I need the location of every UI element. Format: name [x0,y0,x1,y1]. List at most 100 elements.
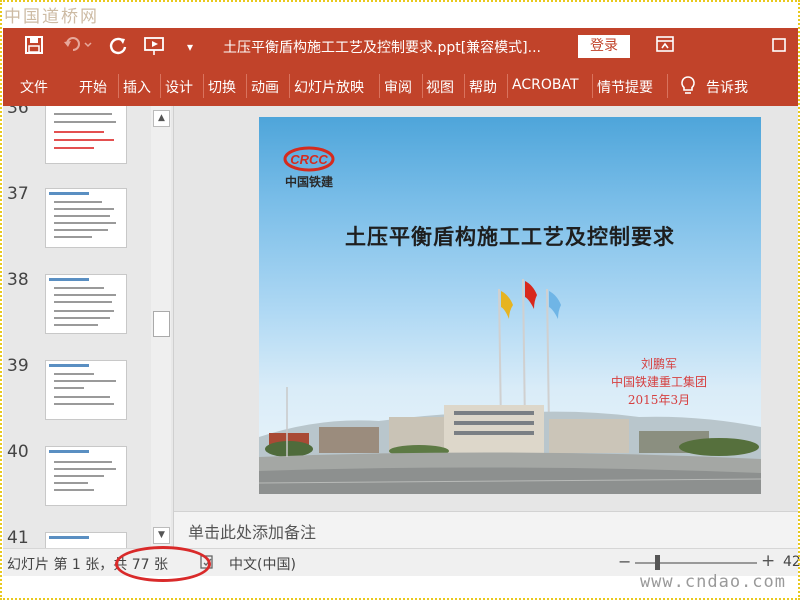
slide-thumbnail-38[interactable] [45,274,127,334]
thumb-header [49,364,89,367]
thumb-line [54,294,116,296]
save-icon[interactable] [23,36,45,58]
zoom-slider-knob[interactable] [655,555,660,570]
scroll-up-button[interactable]: ▲ [153,110,170,127]
crcc-logo-icon: CRCC [283,146,335,172]
lightbulb-icon[interactable] [679,75,697,97]
tab-help[interactable]: 帮助 [469,77,497,97]
present-icon[interactable] [143,36,169,58]
tab-separator [667,74,668,98]
tab-animations[interactable]: 动画 [251,77,279,97]
slide-thumbnail-40[interactable] [45,446,127,506]
ribbon-display-icon[interactable] [653,36,677,58]
tab-file[interactable]: 文件 [20,77,48,97]
slide-thumbnail-39[interactable] [45,360,127,420]
watermark-bottom: www.cndao.com [639,572,786,592]
thumb-line [54,301,112,303]
thumb-line [54,113,112,115]
slide-thumbnail-36[interactable] [45,106,127,164]
tab-storyboard[interactable]: 情节提要 [597,77,653,97]
tab-separator [422,74,423,98]
watermark-top: 中国道桥网 [4,7,99,27]
thumb-line [54,310,114,312]
tab-insert[interactable]: 插入 [123,77,151,97]
annotation-ellipse [115,546,211,582]
thumb-line [54,403,114,405]
login-button[interactable]: 登录 [578,35,630,58]
thumb-line [54,396,110,398]
slide-number: 38 [7,270,29,290]
slide-number: 41 [7,528,29,548]
svg-text:CRCC: CRCC [290,152,328,167]
redo-icon[interactable] [107,36,129,58]
thumb-line [54,201,102,203]
thumb-line [54,387,84,389]
tab-slideshow[interactable]: 幻灯片放映 [294,77,364,97]
slide-thumbnail-37[interactable] [45,188,127,248]
thumb-line [54,468,116,470]
customize-icon[interactable]: ▾ [179,36,201,58]
undo-icon[interactable] [61,36,95,58]
slide-number: 37 [7,184,29,204]
thumb-line [54,131,104,133]
notes-placeholder[interactable]: 单击此处添加备注 [188,519,316,543]
document-title: 土压平衡盾构施工工艺及控制要求.ppt[兼容模式]... [223,40,541,56]
building-photo [259,387,761,494]
tab-separator [246,74,247,98]
tab-separator [160,74,161,98]
zoom-out-button[interactable]: − [618,552,631,571]
slide-thumbnail-41[interactable] [45,532,127,548]
tab-separator [118,74,119,98]
scroll-down-button[interactable]: ▼ [153,527,170,544]
thumb-line [54,380,116,382]
logo-caption: 中国铁建 [285,175,334,189]
tell-me-search[interactable]: 告诉我 [706,77,748,97]
thumb-header [49,192,89,195]
tab-separator [592,74,593,98]
thumb-line [54,208,114,210]
thumb-line [54,482,88,484]
thumb-line [54,324,98,326]
thumb-line [54,287,104,289]
thumb-line [54,489,94,491]
ribbon-tabs: 文件 开始 插入 设计 切换 动画 幻灯片放映 审阅 视图 帮助 ACROBAT… [3,66,798,106]
thumb-line [54,317,110,319]
slide-number: 40 [7,442,29,462]
maximize-icon[interactable] [767,36,791,58]
slide-author[interactable]: 刘鹏军 [589,355,729,372]
slide-number: 36 [7,106,29,118]
thumb-line [54,121,116,123]
slide-thumbnail-pane[interactable]: 36 37 38 39 40 41 ▲ ▼ [3,106,173,548]
tab-transitions[interactable]: 切换 [208,77,236,97]
thumb-line [54,222,116,224]
tab-view[interactable]: 视图 [426,77,454,97]
thumb-line [54,461,112,463]
tab-separator [464,74,465,98]
tab-separator [289,74,290,98]
thumb-line [54,373,94,375]
language-status[interactable]: 中文(中国) [229,554,296,574]
zoom-in-button[interactable]: + [761,551,775,571]
thumb-line [54,229,108,231]
thumb-header [49,278,89,281]
thumb-line [54,139,114,141]
thumb-line [54,215,110,217]
zoom-slider[interactable] [635,562,757,564]
title-bar: ▾ 土压平衡盾构施工工艺及控制要求.ppt[兼容模式]... 登录 [3,28,798,66]
thumb-line [54,147,94,149]
thumb-header [49,536,89,539]
thumb-header [49,450,89,453]
tab-acrobat[interactable]: ACROBAT [512,77,579,93]
thumb-line [54,475,104,477]
current-slide[interactable]: CRCC 中国铁建 土压平衡盾构施工工艺及控制要求 刘鹏军 中国铁建重工集团 2… [259,117,761,494]
zoom-level[interactable]: 42 [783,554,800,570]
notes-pane[interactable]: 单击此处添加备注 [174,511,798,548]
tab-design[interactable]: 设计 [165,77,193,97]
thumb-line [54,236,92,238]
scroll-thumb[interactable] [153,311,170,337]
tab-review[interactable]: 审阅 [384,77,412,97]
tab-separator [203,74,204,98]
tab-separator [507,74,508,98]
slide-title[interactable]: 土压平衡盾构施工工艺及控制要求 [259,221,761,251]
tab-home[interactable]: 开始 [79,77,107,97]
